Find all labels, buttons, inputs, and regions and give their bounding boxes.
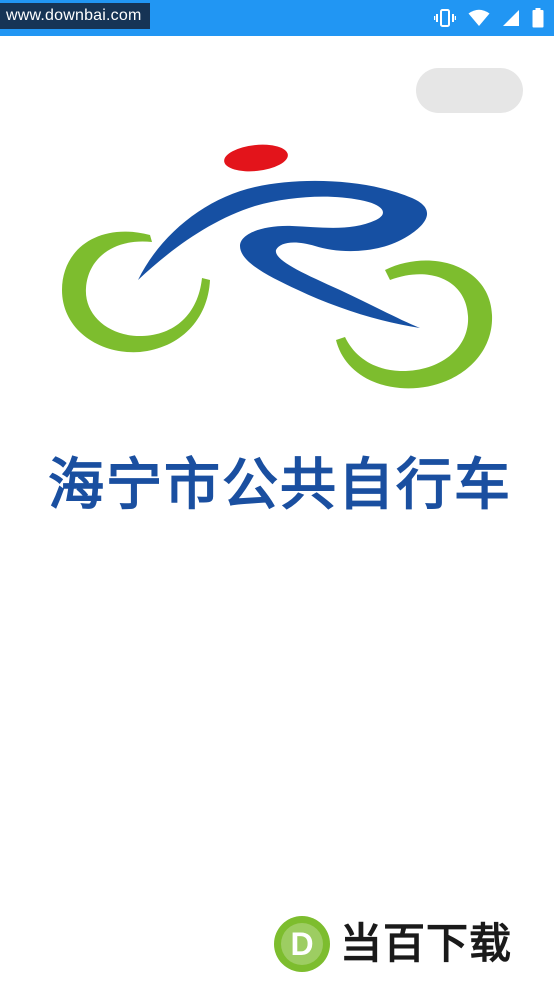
brand-title: 海宁市公共自行车 <box>48 453 512 518</box>
splash-screen: www.downbai.com 海宁市公共自行车 D 当百下载 <box>0 0 554 984</box>
watermark-text: 当百下载 <box>340 919 513 968</box>
bicycle-logo <box>62 144 493 389</box>
logo-right-wheel <box>336 260 493 389</box>
watermark-badge-icon: D <box>274 916 330 972</box>
status-icons <box>434 8 544 28</box>
logo-head-shape <box>224 144 288 172</box>
watermark-url: www.downbai.com <box>0 3 150 29</box>
logo-rider-body <box>138 180 428 328</box>
logo-left-wheel <box>62 231 210 353</box>
wifi-icon <box>468 9 490 27</box>
battery-icon <box>532 8 544 28</box>
vibrate-icon <box>434 8 456 28</box>
watermark-badge-letter: D <box>290 926 313 962</box>
watermark-bottom: D 当百下载 <box>272 914 512 974</box>
skip-button[interactable] <box>416 68 523 113</box>
status-bar: www.downbai.com <box>0 0 554 36</box>
signal-icon <box>502 9 520 27</box>
